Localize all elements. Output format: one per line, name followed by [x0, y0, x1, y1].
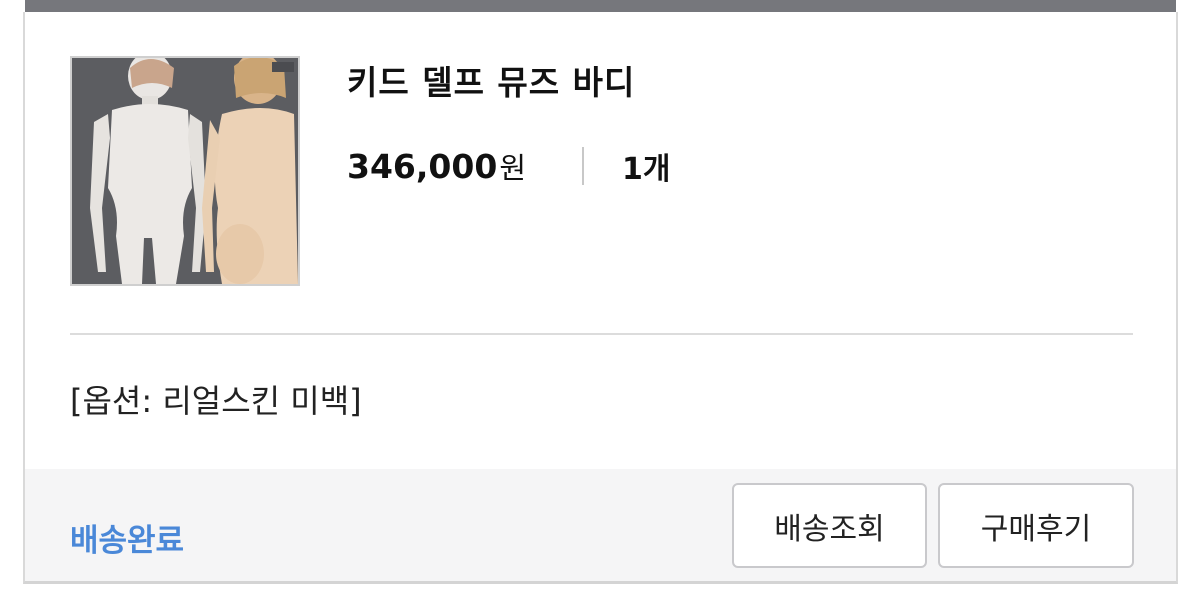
product-name[interactable]: 키드 델프 뮤즈 바디 — [347, 56, 635, 104]
write-review-button[interactable]: 구매후기 — [938, 483, 1134, 568]
price-quantity-row: 346,000 원 1개 — [347, 144, 670, 188]
header-bar — [25, 0, 1176, 12]
track-delivery-button[interactable]: 배송조회 — [732, 483, 927, 568]
price-currency: 원 — [499, 151, 526, 185]
doll-body-photo-icon — [72, 58, 298, 284]
order-footer: 배송완료 배송조회 구매후기 — [25, 469, 1176, 581]
delivery-status: 배송완료 — [70, 523, 185, 559]
product-option: [옵션: 리얼스킨 미백] — [70, 382, 362, 420]
product-price: 346,000 — [347, 146, 498, 186]
order-item-card: 키드 델프 뮤즈 바디 346,000 원 1개 [옵션: 리얼스킨 미백] 배… — [23, 12, 1178, 584]
section-divider — [70, 333, 1133, 335]
price-qty-divider — [582, 147, 584, 185]
product-thumbnail[interactable] — [70, 56, 300, 286]
product-quantity: 1개 — [622, 152, 671, 187]
